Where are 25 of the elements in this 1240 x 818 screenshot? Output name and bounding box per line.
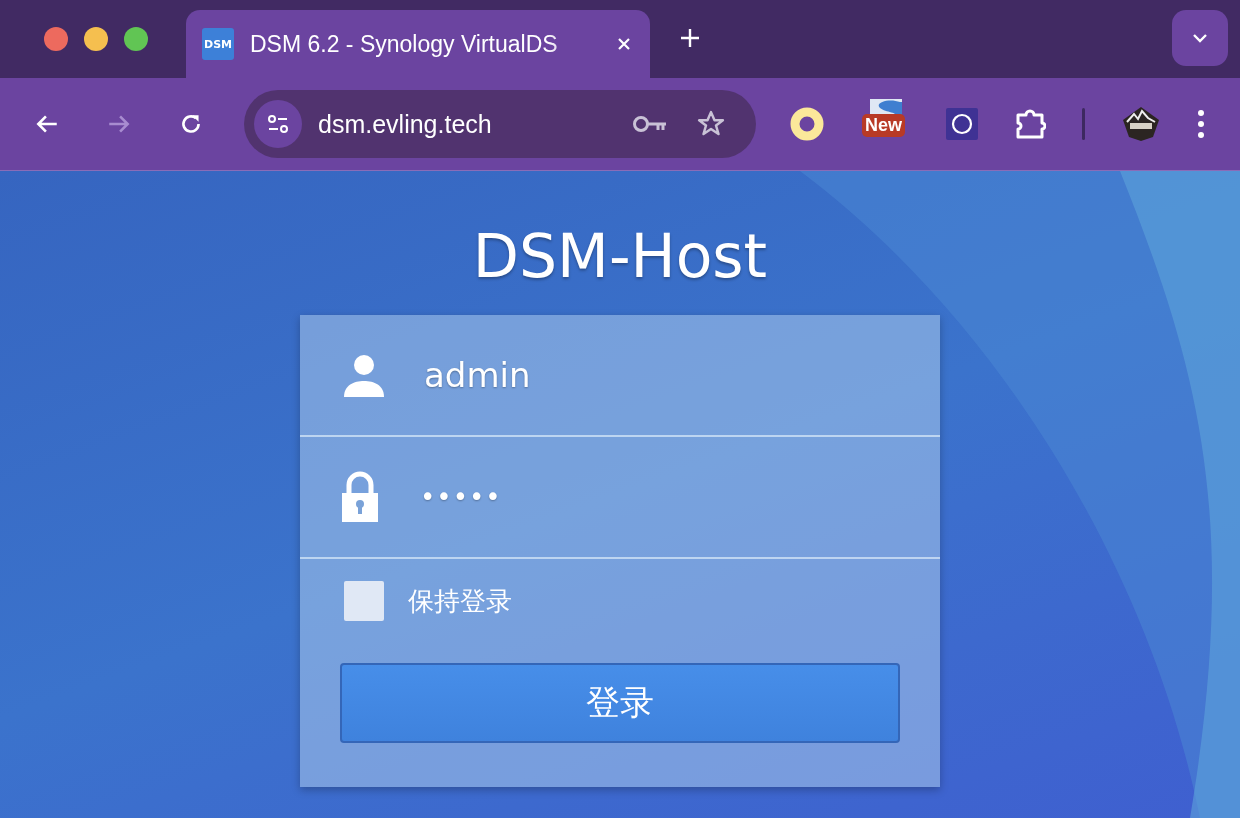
minimize-window-button[interactable] (84, 27, 108, 51)
username-field[interactable]: admin (300, 315, 940, 437)
circle-extension-icon[interactable] (946, 108, 978, 140)
chevron-down-icon (1192, 33, 1208, 43)
site-settings-icon[interactable] (254, 100, 302, 148)
extensions-puzzle-icon[interactable] (1014, 108, 1046, 140)
favicon: DSM (202, 28, 234, 60)
close-window-button[interactable] (44, 27, 68, 51)
close-icon[interactable] (616, 36, 632, 52)
padlock-icon (340, 471, 380, 523)
login-button[interactable]: 登录 (340, 663, 900, 743)
key-icon[interactable] (632, 114, 668, 134)
maximize-window-button[interactable] (124, 27, 148, 51)
checkbox-label: 保持登录 (408, 584, 512, 618)
address-bar[interactable]: dsm.evling.tech (244, 90, 756, 158)
server-name-heading: DSM-Host (472, 221, 768, 291)
checkbox[interactable] (344, 581, 384, 621)
password-field[interactable]: ••••• (300, 437, 940, 559)
url-text: dsm.evling.tech (318, 109, 492, 139)
menu-icon[interactable] (1197, 109, 1205, 139)
new-badge: New (862, 114, 905, 137)
profile-avatar-icon[interactable] (1121, 106, 1161, 142)
browser-tab[interactable]: DSM DSM 6.2 - Synology VirtualDS (186, 10, 650, 78)
new-tab-icon[interactable] (680, 28, 700, 48)
ring-extension-icon[interactable] (790, 107, 824, 141)
